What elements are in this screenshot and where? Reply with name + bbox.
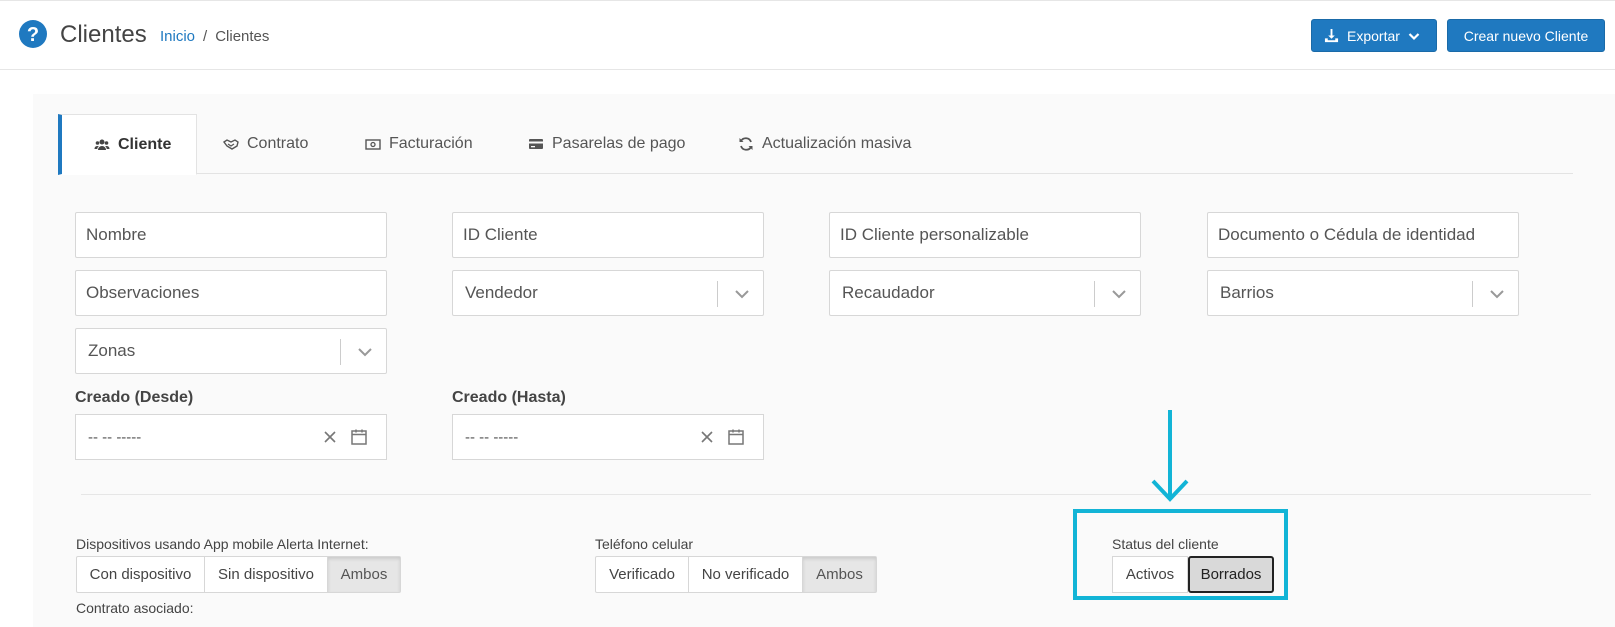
id-cliente-field[interactable] xyxy=(452,212,764,258)
page-header: ? Clientes Inicio / Clientes Exportar Cr… xyxy=(0,0,1615,70)
calendar-icon[interactable] xyxy=(350,428,368,446)
telefono-label: Teléfono celular xyxy=(595,536,694,552)
tab-cliente[interactable]: Cliente xyxy=(58,114,198,175)
chevron-down-icon[interactable] xyxy=(356,343,374,361)
documento-field[interactable] xyxy=(1207,212,1519,258)
tab-contrato[interactable]: Contrato xyxy=(223,114,308,174)
chevron-down-icon xyxy=(1408,32,1420,40)
observaciones-input[interactable] xyxy=(86,283,386,303)
select-separator xyxy=(717,281,718,307)
tab-pasarelas[interactable]: Pasarelas de pago xyxy=(528,114,685,174)
creado-hasta-input[interactable]: -- -- ----- xyxy=(452,414,764,460)
dispositivos-toggle-group: Con dispositivo Sin dispositivo Ambos xyxy=(76,556,401,593)
annotation-arrow-icon xyxy=(1151,410,1189,502)
select-separator xyxy=(1472,281,1473,307)
tab-pasarelas-label: Pasarelas de pago xyxy=(552,135,686,152)
telefono-option-no-verificado[interactable]: No verificado xyxy=(689,557,803,592)
page-title: Clientes xyxy=(60,21,147,48)
telefono-option-verificado[interactable]: Verificado xyxy=(596,557,689,592)
creado-hasta-value: -- -- ----- xyxy=(465,428,519,446)
select-separator xyxy=(340,339,341,365)
breadcrumb-home-link[interactable]: Inicio xyxy=(160,28,195,45)
money-icon xyxy=(365,139,381,150)
breadcrumb-current: Clientes xyxy=(215,28,270,45)
dispositivos-option-ambos[interactable]: Ambos xyxy=(328,557,400,592)
tab-cliente-label: Cliente xyxy=(118,135,172,153)
creado-hasta-label: Creado (Hasta) xyxy=(452,389,566,406)
create-client-button[interactable]: Crear nuevo Cliente xyxy=(1447,19,1605,52)
export-button[interactable]: Exportar xyxy=(1311,19,1437,52)
zonas-select[interactable]: Zonas xyxy=(75,328,387,374)
svg-text:?: ? xyxy=(27,24,39,46)
section-divider xyxy=(81,494,1591,495)
tab-bar: Cliente Contrato Facturación Pasarelas d… xyxy=(58,114,1573,175)
creado-desde-label: Creado (Desde) xyxy=(75,389,194,406)
nombre-input[interactable] xyxy=(86,225,386,245)
select-separator xyxy=(1094,281,1095,307)
chevron-down-icon[interactable] xyxy=(733,285,751,303)
chevron-down-icon[interactable] xyxy=(1488,285,1506,303)
handshake-icon xyxy=(223,139,239,150)
recaudador-select[interactable]: Recaudador xyxy=(829,270,1141,316)
barrios-placeholder: Barrios xyxy=(1220,283,1274,302)
download-icon xyxy=(1324,28,1339,43)
tab-facturacion[interactable]: Facturación xyxy=(365,114,473,174)
id-cliente-input[interactable] xyxy=(463,225,763,245)
dispositivos-option-con[interactable]: Con dispositivo xyxy=(77,557,205,592)
clear-icon[interactable] xyxy=(322,429,338,445)
vendedor-placeholder: Vendedor xyxy=(465,283,538,302)
tab-facturacion-label: Facturación xyxy=(389,135,473,152)
vendedor-select[interactable]: Vendedor xyxy=(452,270,764,316)
recaudador-placeholder: Recaudador xyxy=(842,283,935,302)
chevron-down-icon[interactable] xyxy=(1110,285,1128,303)
creado-desde-value: -- -- ----- xyxy=(88,428,142,446)
dispositivos-label: Dispositivos usando App mobile Alerta In… xyxy=(76,536,369,552)
clear-icon[interactable] xyxy=(699,429,715,445)
telefono-option-ambos[interactable]: Ambos xyxy=(803,557,876,592)
tab-actualizacion-label: Actualización masiva xyxy=(762,135,912,152)
id-personalizable-field[interactable] xyxy=(829,212,1141,258)
observaciones-field[interactable] xyxy=(75,270,387,316)
credit-card-icon xyxy=(529,139,543,149)
export-label: Exportar xyxy=(1347,27,1400,44)
tab-actualizacion[interactable]: Actualización masiva xyxy=(738,114,911,174)
contrato-asociado-label: Contrato asociado: xyxy=(76,600,194,616)
documento-input[interactable] xyxy=(1218,225,1518,245)
annotation-highlight-box xyxy=(1073,509,1288,600)
barrios-select[interactable]: Barrios xyxy=(1207,270,1519,316)
nombre-field[interactable] xyxy=(75,212,387,258)
calendar-icon[interactable] xyxy=(727,428,745,446)
telefono-toggle-group: Verificado No verificado Ambos xyxy=(595,556,877,593)
zonas-placeholder: Zonas xyxy=(88,341,136,360)
creado-desde-input[interactable]: -- -- ----- xyxy=(75,414,387,460)
dispositivos-option-sin[interactable]: Sin dispositivo xyxy=(205,557,328,592)
id-personalizable-input[interactable] xyxy=(840,225,1140,245)
breadcrumb-separator: / xyxy=(203,28,208,45)
breadcrumb: Inicio / Clientes xyxy=(160,28,269,45)
tab-contrato-label: Contrato xyxy=(247,135,309,152)
help-icon[interactable]: ? xyxy=(18,19,48,49)
users-icon xyxy=(94,139,110,150)
refresh-icon xyxy=(739,137,753,151)
